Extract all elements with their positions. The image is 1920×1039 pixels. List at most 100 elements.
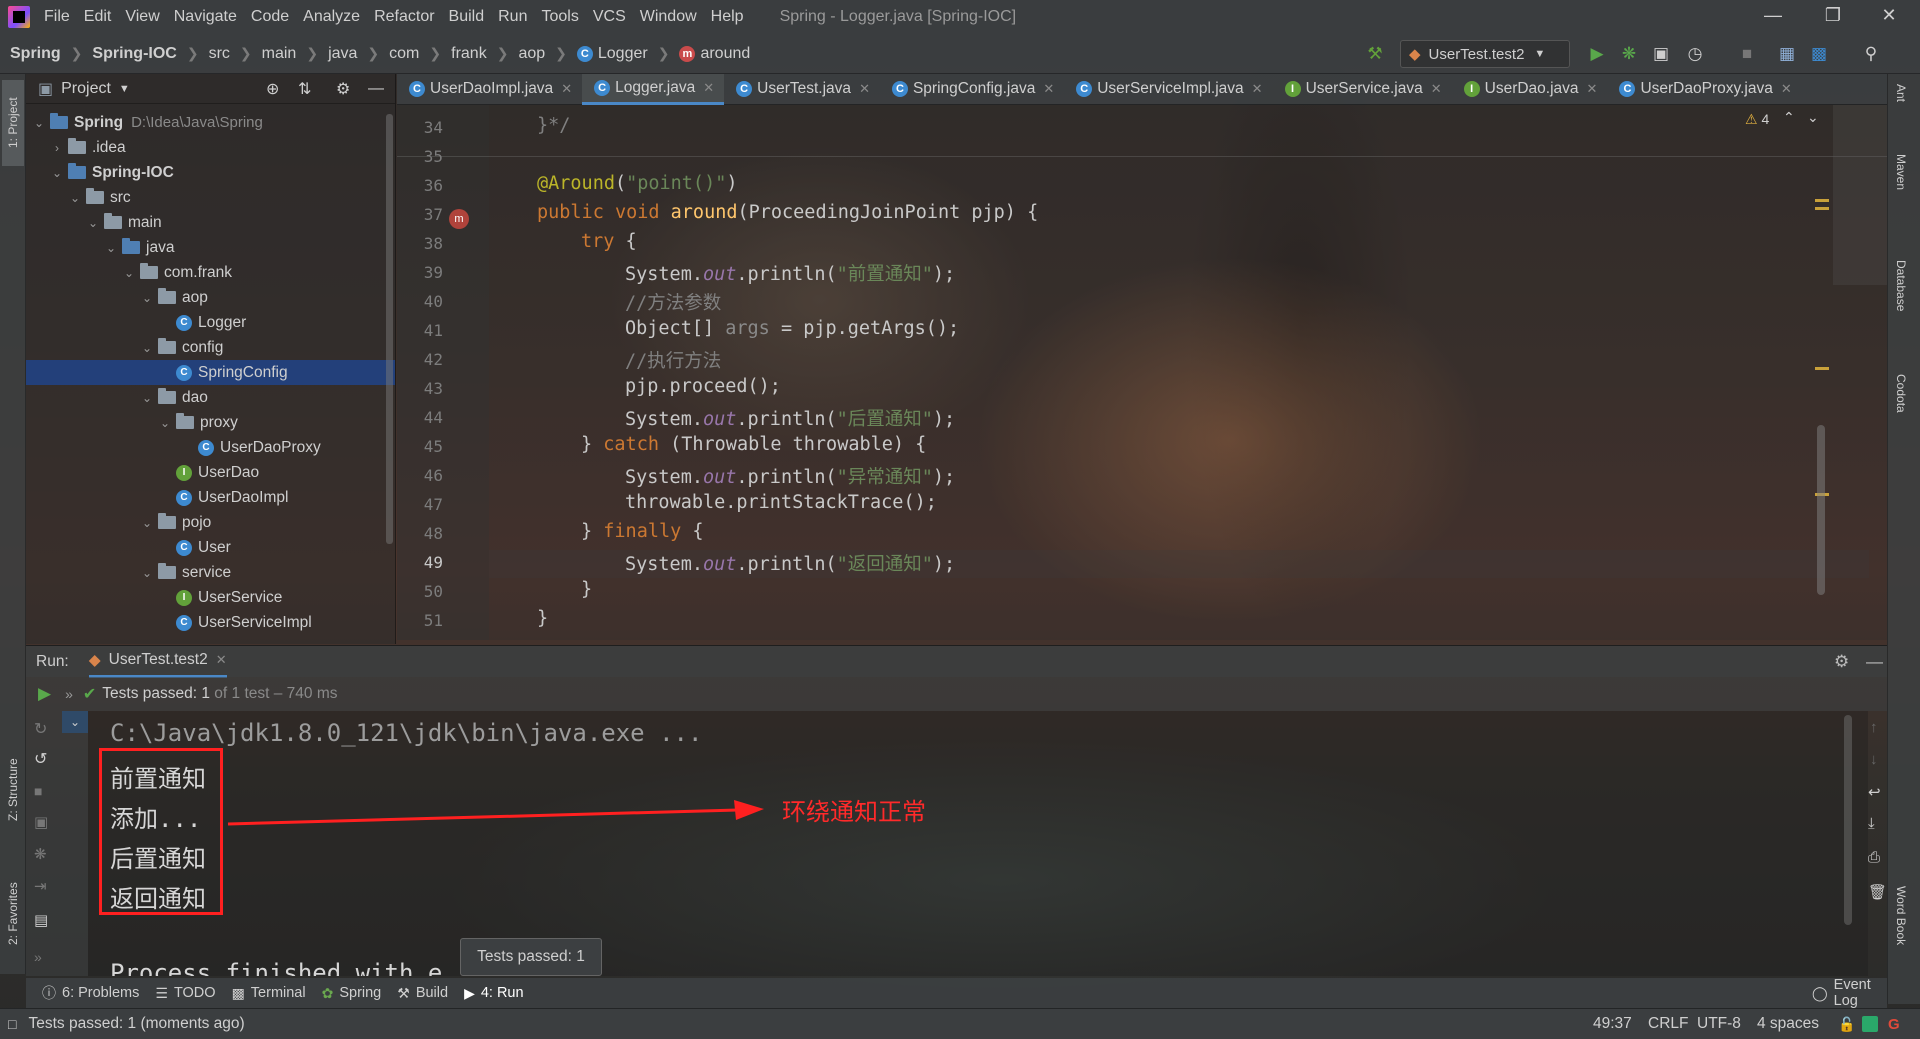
chevron-up-icon[interactable]: ⌃ bbox=[1783, 109, 1795, 126]
chevron-down-icon[interactable]: ⌄ bbox=[104, 241, 118, 255]
caret-position[interactable]: 49:37 bbox=[1593, 1015, 1632, 1033]
tree-item-com-frank[interactable]: ⌄ com.frank bbox=[26, 260, 395, 285]
aspect-advice-icon[interactable]: m bbox=[449, 209, 469, 229]
tree-item-userdao[interactable]: I UserDao bbox=[26, 460, 395, 485]
breadcrumb-com[interactable]: com bbox=[389, 45, 419, 63]
tab-problems[interactable]: ⓘ 6: Problems bbox=[42, 983, 139, 1003]
search-icon[interactable]: ⚲ bbox=[1860, 43, 1882, 65]
project-tool-tab[interactable]: 1: Project bbox=[2, 80, 24, 166]
tab-spring[interactable]: ✿ Spring bbox=[322, 985, 382, 1002]
menu-analyze[interactable]: Analyze bbox=[303, 8, 360, 26]
locate-icon[interactable]: ⊕ bbox=[266, 79, 279, 99]
run-tab[interactable]: ◆ UserTest.test2 ✕ bbox=[88, 646, 227, 678]
close-icon[interactable]: ✕ bbox=[1866, 5, 1912, 29]
tree-item-springconfig[interactable]: C SpringConfig bbox=[26, 360, 395, 385]
breadcrumb-java[interactable]: java bbox=[328, 45, 357, 63]
tree-item-user[interactable]: C User bbox=[26, 535, 395, 560]
tab-event-log[interactable]: ◯ Event Log bbox=[1812, 977, 1887, 1009]
arrow-down-icon[interactable]: ↓ bbox=[1870, 751, 1878, 768]
tree-item-spring[interactable]: ⌄ Spring D:\Idea\Java\Spring bbox=[26, 110, 395, 135]
line-separator[interactable]: CRLF bbox=[1648, 1015, 1688, 1033]
menu-tools[interactable]: Tools bbox=[541, 8, 578, 26]
tab-userdaoproxy[interactable]: C UserDaoProxy.java ✕ bbox=[1607, 74, 1801, 105]
minimize-icon[interactable]: — bbox=[1750, 5, 1796, 29]
more-icon[interactable]: » bbox=[34, 949, 42, 965]
menu-build[interactable]: Build bbox=[449, 8, 485, 26]
file-encoding[interactable]: UTF-8 bbox=[1697, 1015, 1741, 1033]
camera-icon[interactable]: ▣ bbox=[34, 813, 48, 831]
coverage-icon[interactable]: ▣ bbox=[1650, 43, 1672, 65]
tree-item-spring-ioc[interactable]: ⌄ Spring-IOC bbox=[26, 160, 395, 185]
close-tab-icon[interactable]: ✕ bbox=[1781, 81, 1792, 97]
tree-item-userdaoimpl[interactable]: C UserDaoImpl bbox=[26, 485, 395, 510]
profile-icon[interactable]: ◷ bbox=[1684, 43, 1706, 65]
breadcrumb-frank[interactable]: frank bbox=[451, 45, 487, 63]
breadcrumb-aop[interactable]: aop bbox=[518, 45, 545, 63]
chevron-down-icon[interactable]: ⌄ bbox=[62, 711, 88, 733]
console-output[interactable]: C:\Java\jdk1.8.0_121\jdk\bin\java.exe ..… bbox=[88, 711, 1868, 976]
menu-vcs[interactable]: VCS bbox=[593, 8, 626, 26]
soft-wrap-icon[interactable]: ↩ bbox=[1868, 783, 1881, 801]
lock-icon[interactable]: 🔓 bbox=[1838, 1016, 1855, 1033]
tab-userdao[interactable]: I UserDao.java ✕ bbox=[1452, 74, 1608, 105]
rerun-failed-icon[interactable]: ↻ bbox=[34, 719, 47, 739]
project-scrollbar[interactable] bbox=[386, 114, 393, 544]
gear-icon[interactable]: ⚙ bbox=[336, 79, 350, 99]
debug-icon[interactable]: ❋ bbox=[1618, 43, 1640, 65]
close-tab-icon[interactable]: ✕ bbox=[216, 652, 227, 668]
favorites-tool-tab[interactable]: 2: Favorites bbox=[2, 866, 24, 962]
tree-item-userdaoproxy[interactable]: C UserDaoProxy bbox=[26, 435, 395, 460]
codota-tool-tab[interactable]: Codota bbox=[1894, 374, 1908, 413]
hide-icon[interactable]: — bbox=[368, 80, 384, 98]
menu-help[interactable]: Help bbox=[711, 8, 744, 26]
tab-userserviceimpl[interactable]: C UserServiceImpl.java ✕ bbox=[1064, 74, 1272, 105]
breadcrumb-main[interactable]: main bbox=[262, 45, 297, 63]
close-tab-icon[interactable]: ✕ bbox=[1431, 81, 1442, 97]
chevron-down-icon[interactable]: ⌄ bbox=[68, 191, 82, 205]
chevron-down-icon[interactable]: ⌄ bbox=[140, 341, 154, 355]
breadcrumb-spring[interactable]: Spring bbox=[10, 45, 61, 63]
tree-item-src[interactable]: ⌄ src bbox=[26, 185, 395, 210]
menu-file[interactable]: File bbox=[44, 8, 70, 26]
run-configuration-select[interactable]: ◆ UserTest.test2 ▼ bbox=[1400, 40, 1570, 68]
chevron-down-icon[interactable]: ⌄ bbox=[1807, 109, 1819, 126]
intellij-logo-icon[interactable] bbox=[8, 6, 30, 28]
breadcrumb-spring-ioc[interactable]: Spring-IOC bbox=[92, 45, 176, 63]
settings-icon[interactable]: ❋ bbox=[34, 845, 47, 863]
tab-terminal[interactable]: ▩ Terminal bbox=[232, 985, 306, 1002]
print-icon[interactable]: ⎙ bbox=[1868, 849, 1880, 866]
tree-item-proxy[interactable]: ⌄ proxy bbox=[26, 410, 395, 435]
chevron-down-icon[interactable]: ⌄ bbox=[158, 416, 172, 430]
console-scrollbar[interactable] bbox=[1844, 715, 1852, 925]
breadcrumb-logger[interactable]: C Logger bbox=[576, 45, 648, 63]
tree-item-userservice[interactable]: I UserService bbox=[26, 585, 395, 610]
warning-stripe[interactable] bbox=[1815, 207, 1829, 210]
close-tab-icon[interactable]: ✕ bbox=[561, 81, 572, 97]
restore-icon[interactable]: ❐ bbox=[1810, 5, 1856, 29]
menu-view[interactable]: View bbox=[125, 8, 159, 26]
menu-navigate[interactable]: Navigate bbox=[174, 8, 237, 26]
collapse-all-icon[interactable]: ⇅ bbox=[298, 79, 311, 99]
tab-usertest[interactable]: C UserTest.java ✕ bbox=[724, 74, 880, 105]
tab-run[interactable]: ▶ 4: Run bbox=[464, 985, 524, 1002]
menu-window[interactable]: Window bbox=[640, 8, 697, 26]
project-panel-title[interactable]: Project bbox=[61, 80, 111, 98]
close-tab-icon[interactable]: ✕ bbox=[1043, 81, 1054, 97]
exit-icon[interactable]: ⇥ bbox=[34, 877, 47, 895]
maven-tool-tab[interactable]: Maven bbox=[1894, 154, 1908, 190]
tree-item-java[interactable]: ⌄ java bbox=[26, 235, 395, 260]
menu-refactor[interactable]: Refactor bbox=[374, 8, 434, 26]
code-editor[interactable]: 34 35 36 37 38 39 40 41 42 43 44 45 46 4… bbox=[397, 105, 1887, 640]
status-message[interactable]: Tests passed: 1 (moments ago) bbox=[28, 1015, 244, 1033]
tree-item-pojo[interactable]: ⌄ pojo bbox=[26, 510, 395, 535]
layout-icon[interactable]: ▤ bbox=[34, 911, 48, 929]
close-tab-icon[interactable]: ✕ bbox=[703, 80, 714, 96]
ant-tool-tab[interactable]: Ant bbox=[1894, 84, 1908, 102]
tree-item-dao[interactable]: ⌄ dao bbox=[26, 385, 395, 410]
stop-icon[interactable]: ■ bbox=[1736, 43, 1758, 65]
translate-icon[interactable]: ▩ bbox=[1808, 43, 1830, 65]
minimap[interactable] bbox=[1833, 105, 1887, 285]
google-icon[interactable]: G bbox=[1888, 1016, 1900, 1033]
tree-item-idea[interactable]: › .idea bbox=[26, 135, 395, 160]
more-icon[interactable]: » bbox=[65, 686, 73, 702]
